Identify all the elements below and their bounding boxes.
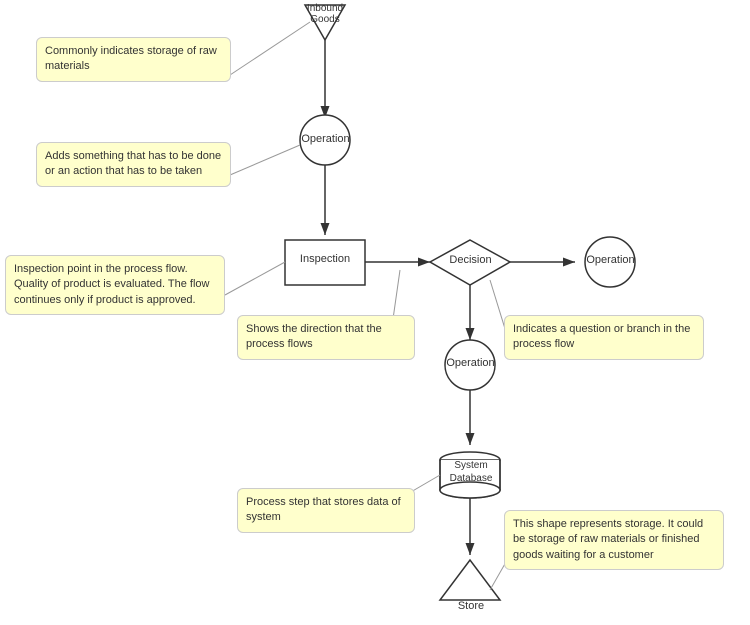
flow-diagram: Inbound Goods Operation Inspection Decis…	[0, 0, 750, 625]
storage-shape-tooltip: This shape represents storage. It could …	[504, 510, 724, 570]
inbound-goods-label: Inbound Goods	[295, 3, 355, 25]
decision-branch-tooltip: Indicates a question or branch in the pr…	[504, 315, 704, 360]
inspection-label: Inspection	[286, 253, 364, 265]
callout-operation-add	[230, 145, 300, 175]
system-database-label: System Database	[448, 459, 494, 485]
operation1-label: Operation	[298, 133, 353, 145]
storage-tooltip: Commonly indicates storage of raw materi…	[36, 37, 231, 82]
system-database-tooltip: Process step that stores data of system	[237, 488, 415, 533]
operation-add-tooltip: Adds something that has to be done or an…	[36, 142, 231, 187]
inspection-point-tooltip: Inspection point in the process flow. Qu…	[5, 255, 225, 315]
operation2-label: Operation	[583, 254, 638, 266]
callout-storage	[230, 22, 310, 75]
operation3-label: Operation	[443, 357, 498, 369]
store-label: Store	[453, 600, 489, 612]
decision-label: Decision	[443, 254, 498, 266]
arrow-direction-tooltip: Shows the direction that the process flo…	[237, 315, 415, 360]
store-shape	[440, 560, 500, 600]
callout-inspection	[225, 262, 285, 295]
